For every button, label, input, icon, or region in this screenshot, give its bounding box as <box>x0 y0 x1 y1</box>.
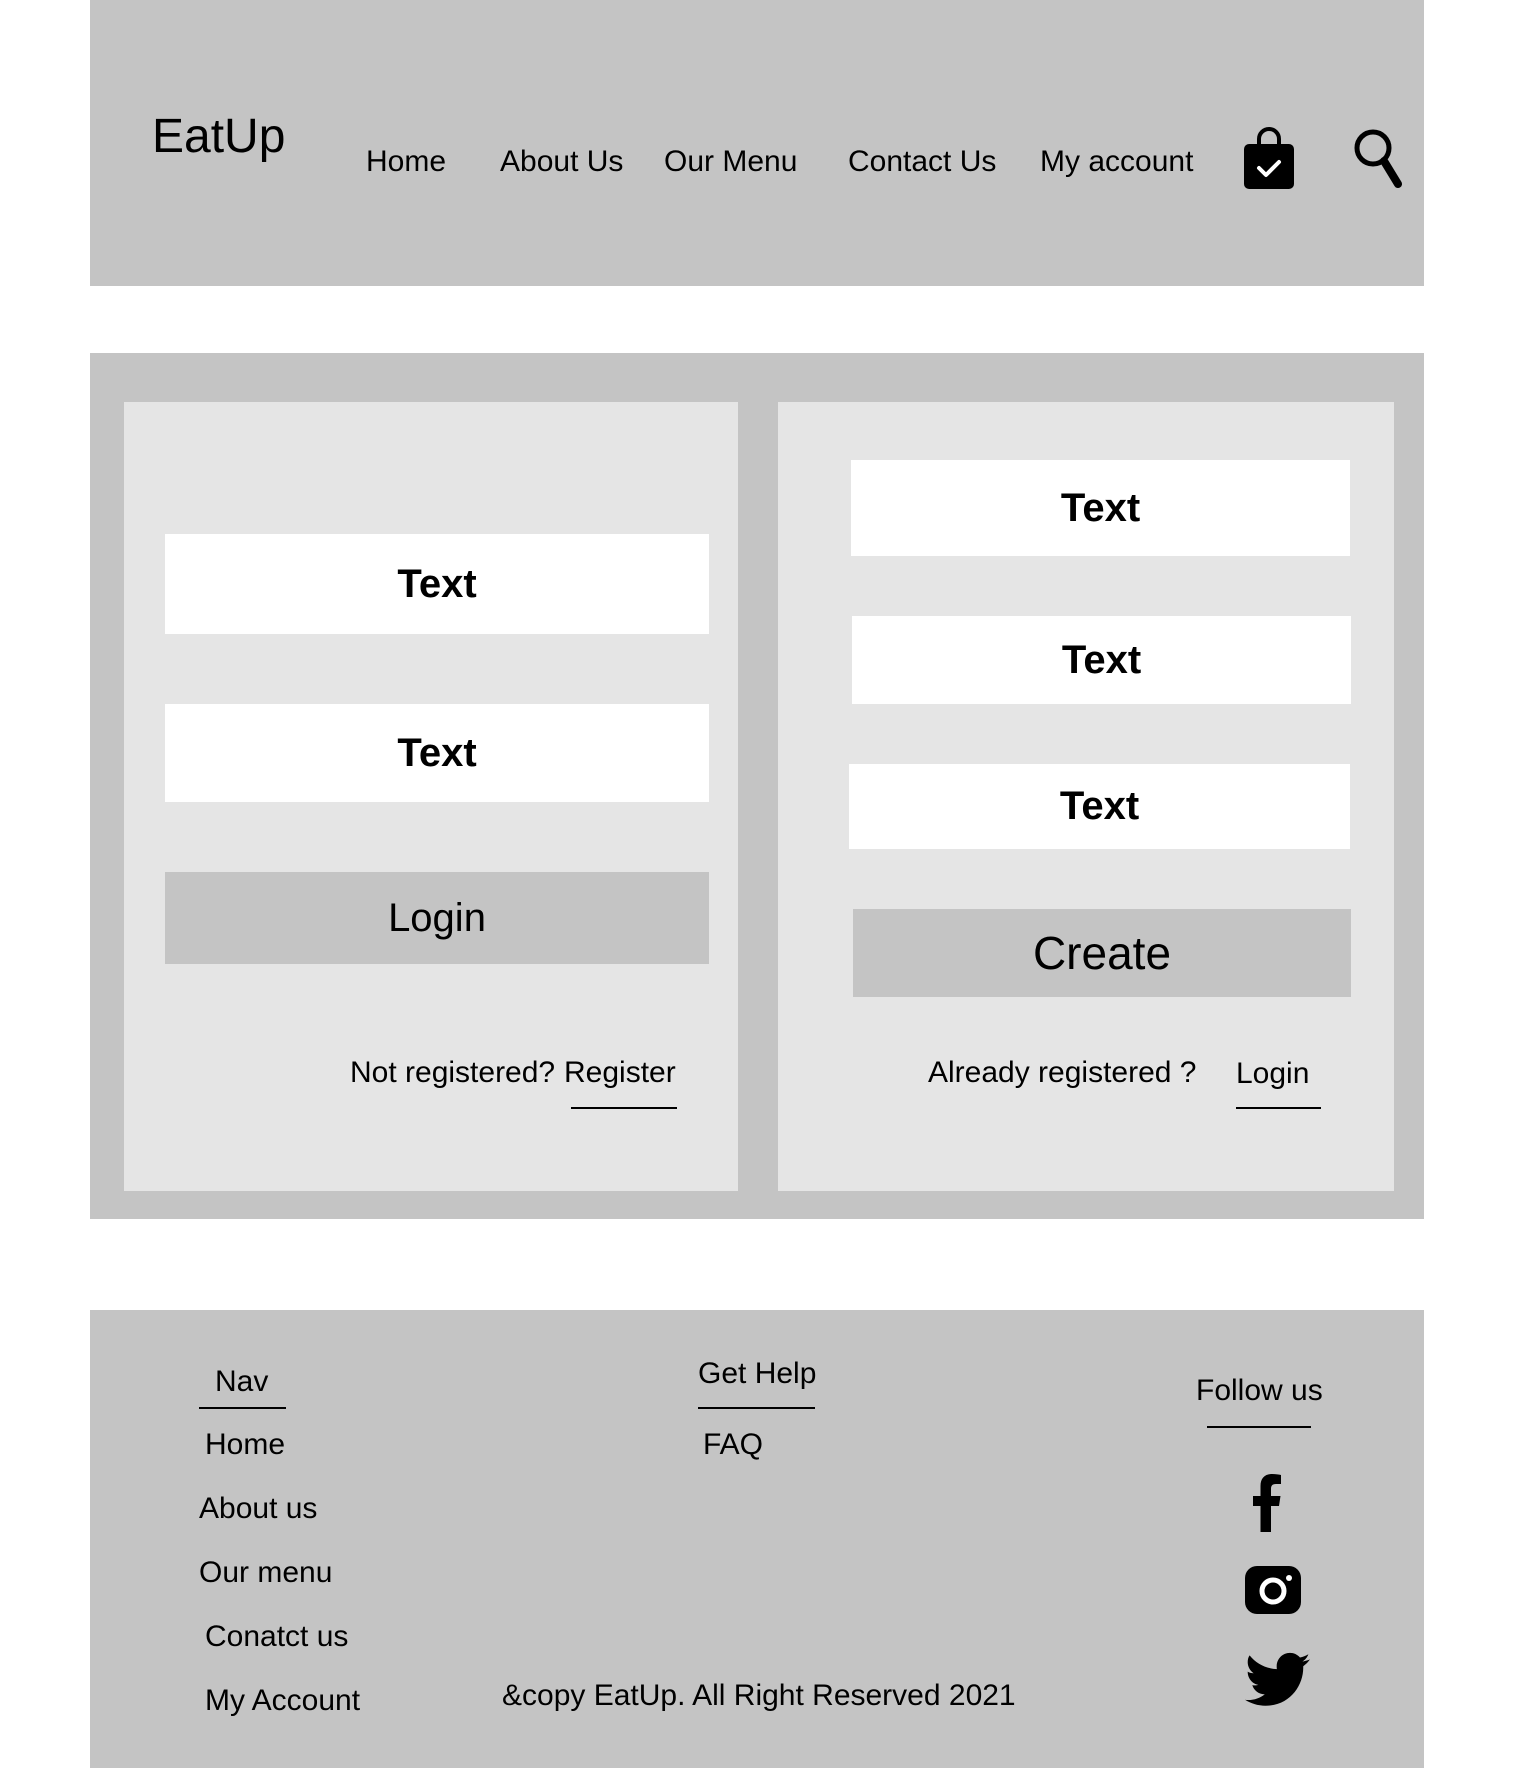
twitter-icon[interactable] <box>1245 1652 1310 1708</box>
footer-follow-heading-underline <box>1207 1426 1311 1428</box>
register-field-3[interactable]: Text <box>849 764 1350 849</box>
footer-link-contact-us[interactable]: Conatct us <box>205 1619 348 1655</box>
login-username-field[interactable]: Text <box>165 534 709 634</box>
register-link[interactable]: Register <box>564 1055 676 1091</box>
footer-help-heading: Get Help <box>698 1357 817 1390</box>
site-logo[interactable]: EatUp <box>152 108 285 166</box>
footer-link-my-account[interactable]: My Account <box>205 1683 360 1719</box>
footer-nav-heading: Nav <box>215 1365 269 1398</box>
footer-link-about-us[interactable]: About us <box>199 1491 317 1527</box>
search-icon[interactable] <box>1353 126 1403 190</box>
nav-contact-us[interactable]: Contact Us <box>848 144 996 180</box>
footer-link-our-menu[interactable]: Our menu <box>199 1555 332 1591</box>
not-registered-text: Not registered? <box>350 1056 556 1089</box>
shopping-bag-icon[interactable] <box>1243 126 1295 190</box>
footer-follow-heading: Follow us <box>1196 1374 1323 1407</box>
facebook-icon[interactable] <box>1252 1474 1282 1532</box>
login-password-field[interactable]: Text <box>165 704 709 802</box>
footer-help-heading-underline <box>698 1407 815 1409</box>
register-link-underline <box>571 1107 677 1109</box>
register-field-2[interactable]: Text <box>852 616 1351 704</box>
copyright-text: &copy EatUp. All Right Reserved 2021 <box>502 1679 1016 1712</box>
nav-home[interactable]: Home <box>366 144 446 180</box>
register-field-1[interactable]: Text <box>851 460 1350 556</box>
nav-our-menu[interactable]: Our Menu <box>664 144 797 180</box>
nav-my-account[interactable]: My account <box>1040 144 1193 180</box>
create-account-button[interactable]: Create <box>853 909 1351 997</box>
footer-link-home[interactable]: Home <box>205 1427 285 1463</box>
login-link[interactable]: Login <box>1236 1056 1309 1092</box>
already-registered-text: Already registered ? <box>928 1056 1197 1089</box>
instagram-icon[interactable] <box>1245 1566 1301 1614</box>
site-header <box>90 0 1424 286</box>
footer-link-faq[interactable]: FAQ <box>703 1427 763 1463</box>
login-link-underline <box>1236 1107 1321 1109</box>
nav-about-us[interactable]: About Us <box>500 144 623 180</box>
login-button[interactable]: Login <box>165 872 709 964</box>
footer-nav-heading-underline <box>199 1407 286 1409</box>
